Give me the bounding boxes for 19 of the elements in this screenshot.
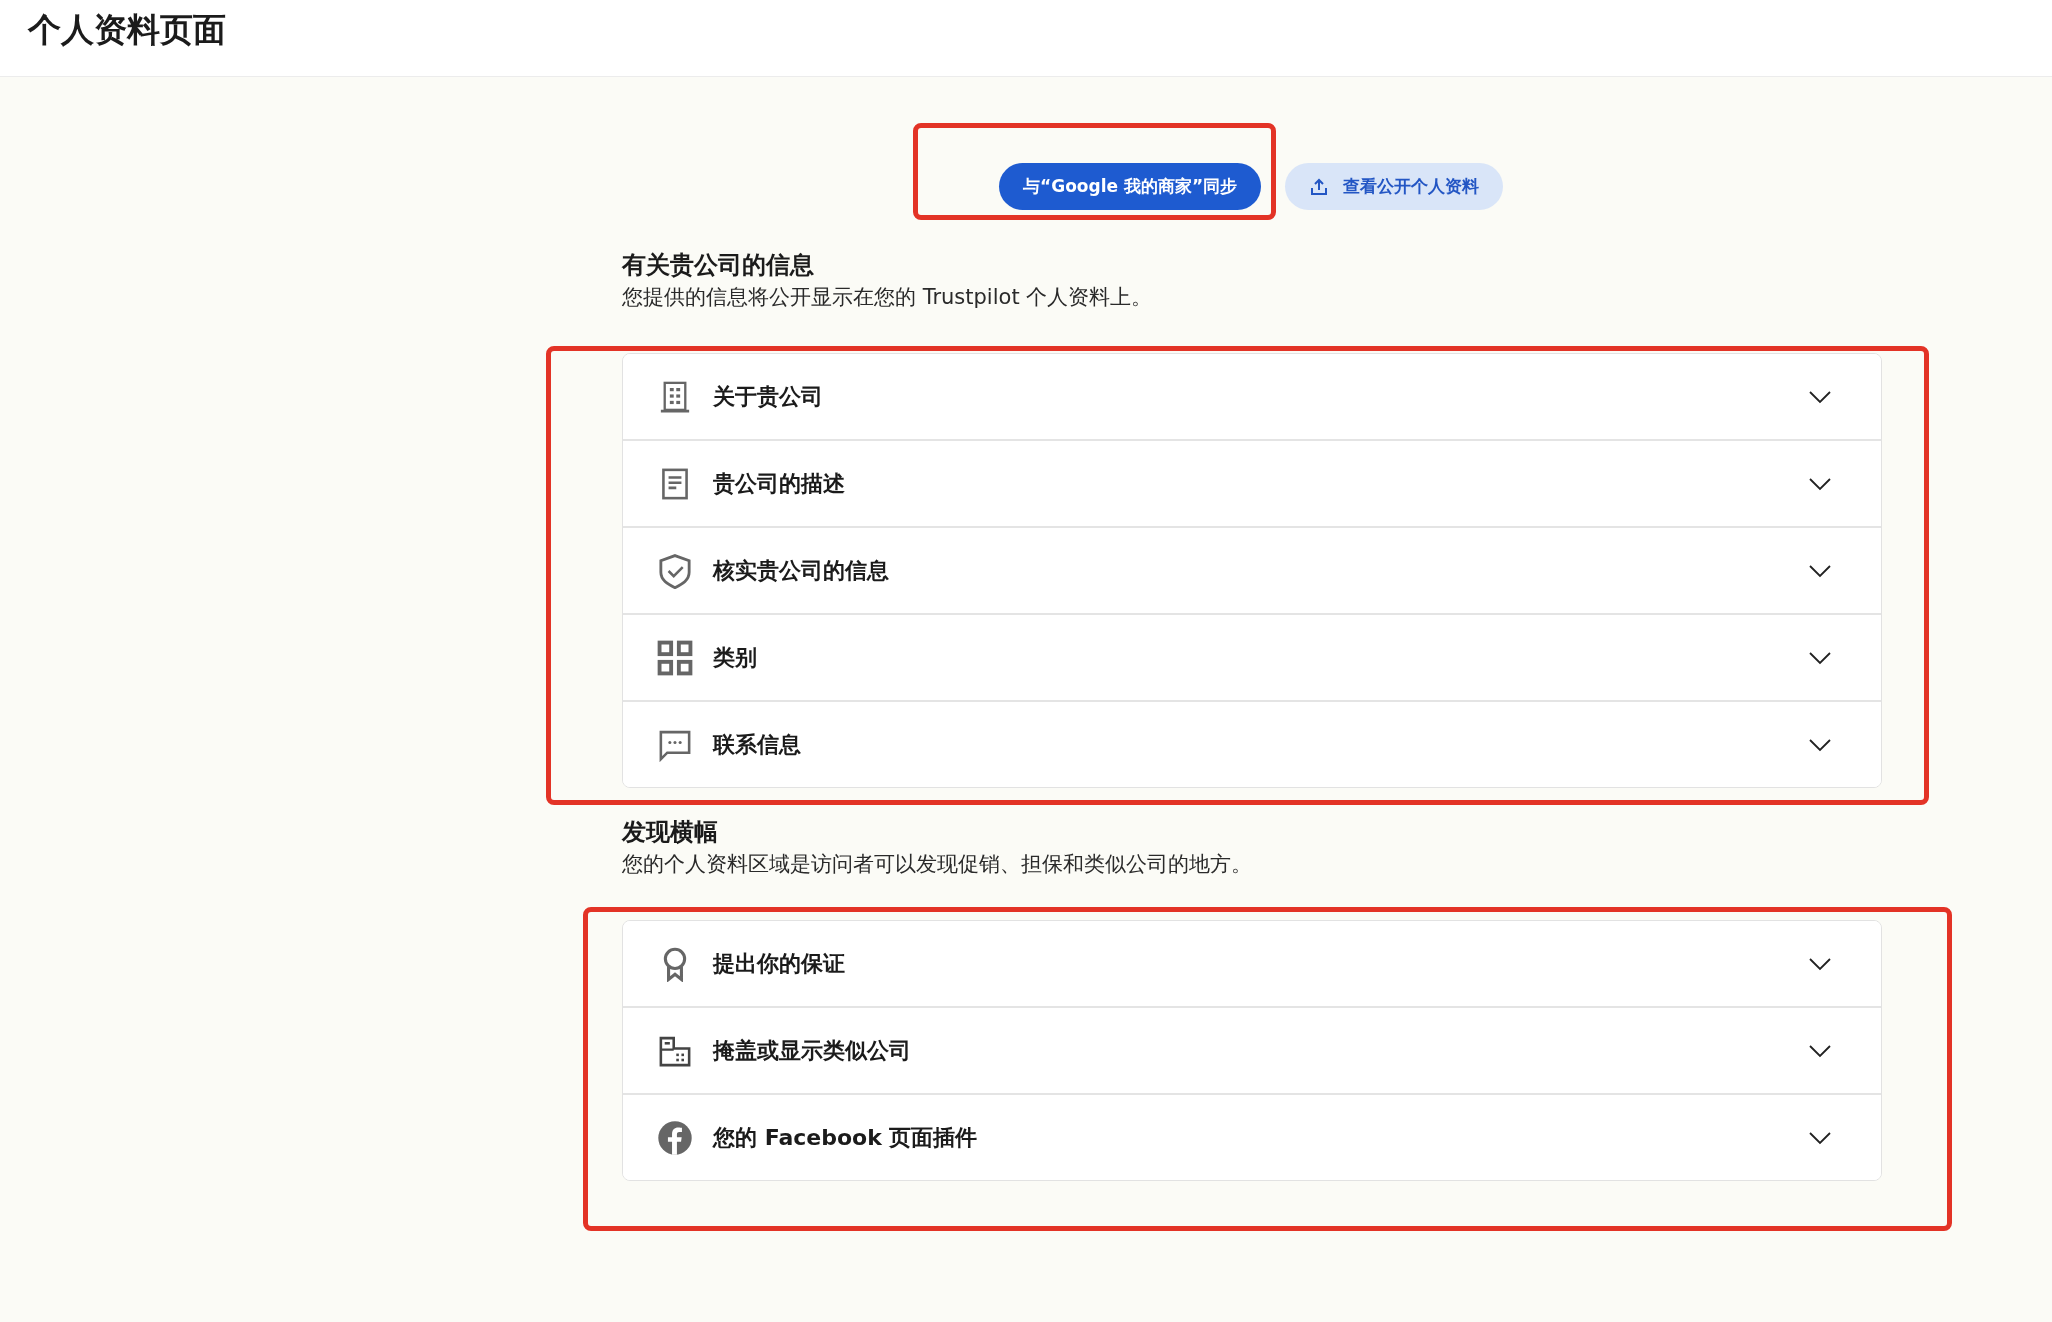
row-label: 贵公司的描述 <box>713 469 846 498</box>
view-profile-button[interactable]: 查看公开个人资料 <box>1285 163 1504 210</box>
facebook-icon <box>657 1119 693 1156</box>
sync-button[interactable]: 与“Google 我的商家”同步 <box>999 163 1262 210</box>
row-label: 关于贵公司 <box>713 382 824 411</box>
row-label: 类别 <box>713 643 758 672</box>
section-title: 发现横幅 <box>622 817 718 848</box>
upload-icon <box>1309 176 1330 197</box>
row-label: 联系信息 <box>713 730 802 759</box>
shield-check-icon <box>657 552 693 589</box>
row-label: 您的 Facebook 页面插件 <box>713 1123 979 1152</box>
section-description: 您提供的信息将公开显示在您的 Trustpilot 个人资料上。 <box>622 284 1153 311</box>
grid-icon <box>657 639 693 676</box>
row-label: 提出你的保证 <box>713 949 846 978</box>
row-label: 掩盖或显示类似公司 <box>713 1036 912 1065</box>
row-label: 核实贵公司的信息 <box>713 556 890 585</box>
section-title: 有关贵公司的信息 <box>622 250 814 281</box>
page-title: 个人资料页面 <box>28 9 226 51</box>
section-description: 您的个人资料区域是访问者可以发现促销、担保和类似公司的地方。 <box>622 851 1252 878</box>
